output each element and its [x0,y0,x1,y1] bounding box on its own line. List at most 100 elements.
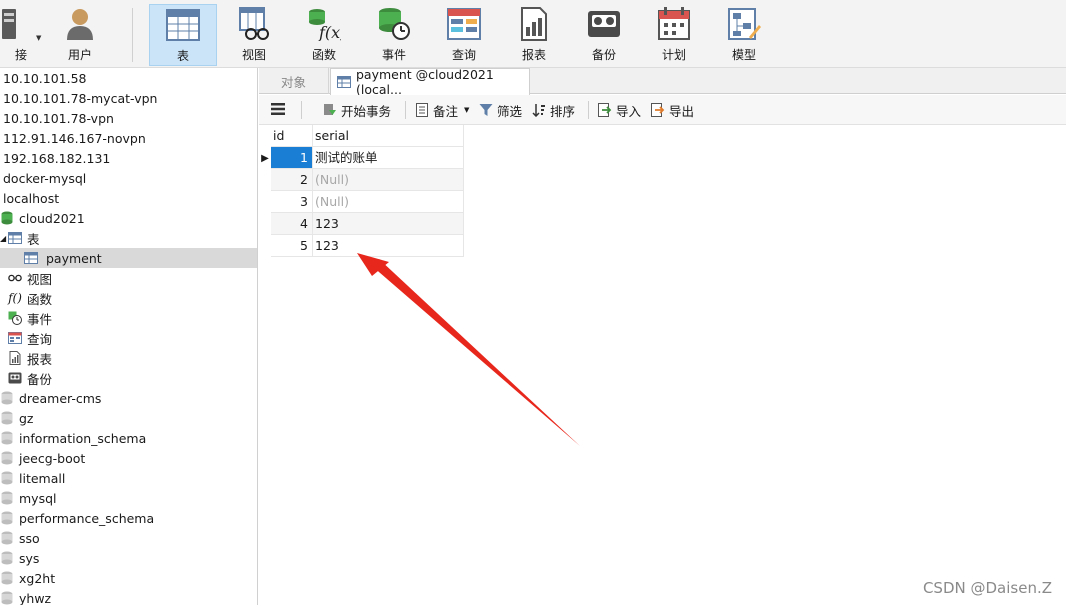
toolbar-report-label: 报表 [521,48,546,62]
cell-id[interactable]: 1 [271,147,313,169]
nav-connection[interactable]: 192.168.182.131 [0,148,257,168]
nav-connection[interactable]: docker-mysql [0,168,257,188]
expand-triangle-icon[interactable]: ◢ [0,234,8,243]
table-row[interactable]: 4 123 [259,213,464,235]
tab-objects[interactable]: 对象 [259,68,329,94]
column-header-label: id [273,128,285,143]
toolbar-user-button[interactable]: 用户 [46,4,114,66]
sort-icon [532,103,546,117]
nav-label: 10.10.101.78-mycat-vpn [3,90,158,106]
column-header-serial[interactable]: serial [313,125,464,147]
nav-group-reports[interactable]: 报表 [0,348,257,368]
nav-group-tables[interactable]: ◢ 表 [0,228,257,248]
nav-database[interactable]: gz [0,408,257,428]
filter-button[interactable]: 筛选 [479,100,522,120]
nav-label: dreamer-cms [19,390,102,406]
nav-label: 192.168.182.131 [3,150,111,166]
begin-transaction-button[interactable]: 开始事务 [323,100,391,120]
tab-label: 对象 [280,74,306,90]
nav-database[interactable]: dreamer-cms [0,388,257,408]
toolbar-view-button[interactable]: 视图 [220,4,288,66]
toolbar-event-button[interactable]: 事件 [360,4,428,66]
table-row[interactable]: 5 123 [259,235,464,257]
function-icon: f(x) [306,6,342,42]
toolbar-schedule-button[interactable]: 计划 [640,4,708,66]
nav-group-functions[interactable]: f() 函数 [0,288,257,308]
nav-label: gz [19,410,34,426]
memo-button[interactable]: 备注 ▼ [415,100,469,120]
table-row[interactable]: ▶ 1 测试的账单 [259,147,464,169]
nav-database[interactable]: sys [0,548,257,568]
nav-database[interactable]: information_schema [0,428,257,448]
nav-connection[interactable]: 10.10.101.78-vpn [0,108,257,128]
nav-connection[interactable]: 10.10.101.58 [0,68,257,88]
database-icon [0,211,14,225]
chevron-down-icon[interactable]: ▼ [36,34,41,42]
nav-database[interactable]: jeecg-boot [0,448,257,468]
nav-label: localhost [3,190,60,206]
cell-id[interactable]: 5 [271,235,313,257]
transaction-icon [323,103,337,117]
toolbar-schedule-label: 计划 [661,48,686,62]
cell-serial[interactable]: (Null) [313,191,464,213]
toolbar-table-button[interactable]: 表 [149,4,217,66]
cell-serial[interactable]: (Null) [313,169,464,191]
column-header-id[interactable]: id [271,125,313,147]
connection-navigator[interactable]: 10.10.101.58 10.10.101.78-mycat-vpn 10.1… [0,68,258,605]
toolbar-backup-button[interactable]: 备份 [570,4,638,66]
table-row[interactable]: 2 (Null) [259,169,464,191]
data-toolbar: 开始事务 备注 ▼ 筛选 排序 导入 导出 [259,95,1066,125]
cell-id[interactable]: 4 [271,213,313,235]
event-icon [376,6,412,42]
nav-database-cloud2021[interactable]: cloud2021 [0,208,257,228]
nav-group-queries[interactable]: 查询 [0,328,257,348]
nav-connection[interactable]: localhost [0,188,257,208]
import-button[interactable]: 导入 [598,100,641,120]
tab-payment[interactable]: payment @cloud2021 (local... [330,67,530,97]
nav-database[interactable]: performance_schema [0,508,257,528]
nav-label: information_schema [19,430,147,446]
table-row[interactable]: 3 (Null) [259,191,464,213]
nav-group-events[interactable]: 事件 [0,308,257,328]
nav-label: 表 [27,231,40,247]
nav-connection[interactable]: 112.91.146.167-novpn [0,128,257,148]
cell-serial[interactable]: 123 [313,235,464,257]
chevron-down-icon[interactable]: ▼ [464,106,469,114]
toolbar-event-label: 事件 [381,48,406,62]
toolbar-report-button[interactable]: 报表 [500,4,568,66]
cell-id[interactable]: 2 [271,169,313,191]
nav-connection[interactable]: 10.10.101.78-mycat-vpn [0,88,257,108]
nav-database[interactable]: yhwz [0,588,257,605]
nav-label: payment [46,250,102,266]
nav-database[interactable]: litemall [0,468,257,488]
row-marker [259,213,271,235]
nav-label: litemall [19,470,66,486]
nav-table-payment[interactable]: payment [0,248,257,268]
sort-button[interactable]: 排序 [532,100,575,120]
nav-group-backups[interactable]: 备份 [0,368,257,388]
nav-group-views[interactable]: 视图 [0,268,257,288]
toolbar-connection-button[interactable]: 接 ▼ [0,4,42,66]
nav-database[interactable]: sso [0,528,257,548]
cell-serial[interactable]: 测试的账单 [313,147,464,169]
export-button[interactable]: 导出 [651,100,694,120]
server-icon [0,6,26,42]
nav-label: jeecg-boot [19,450,86,466]
nav-database[interactable]: xg2ht [0,568,257,588]
menu-button[interactable] [271,100,285,120]
cell-serial[interactable]: 123 [313,213,464,235]
toolbar-query-button[interactable]: 查询 [430,4,498,66]
toolbar-model-button[interactable]: 模型 [710,4,778,66]
nav-database[interactable]: mysql [0,488,257,508]
toolbar-function-button[interactable]: f(x) 函数 [290,4,358,66]
nav-label: mysql [19,490,57,506]
tab-label: payment @cloud2021 (local... [356,67,494,97]
table-icon [337,75,351,89]
cell-id[interactable]: 3 [271,191,313,213]
hamburger-icon [271,102,285,118]
memo-label: 备注 [433,103,459,119]
nav-label: 报表 [27,351,53,367]
query-icon [446,6,482,42]
user-icon [62,6,98,42]
filter-icon [479,103,493,117]
